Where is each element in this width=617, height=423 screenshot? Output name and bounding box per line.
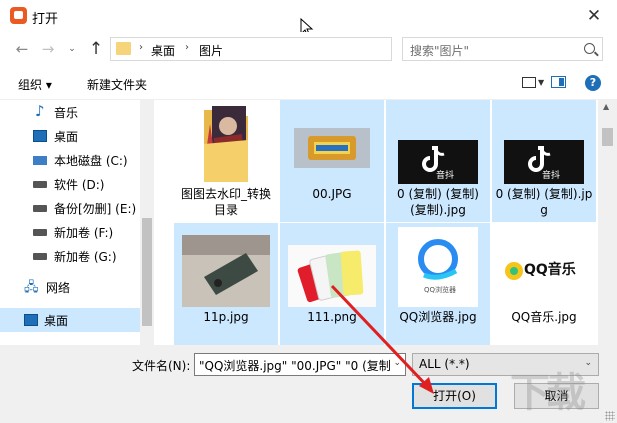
- window-title: 打开: [32, 12, 59, 27]
- title-bar: 打开 ✕: [0, 0, 617, 38]
- breadcrumb-desktop[interactable]: 桌面: [151, 42, 175, 59]
- command-toolbar: 组织 ▾ 新建文件夹 ▼ ?: [0, 66, 617, 100]
- sidebar-item-drive-g[interactable]: 新加卷 (G:): [0, 244, 140, 268]
- drive-icon: [33, 205, 47, 212]
- breadcrumb-separator-icon: ›: [185, 42, 189, 53]
- file-tile[interactable]: 音抖 0 (复制) (复制).jpg: [492, 100, 596, 222]
- sidebar-item-drive-c[interactable]: 本地磁盘 (C:): [0, 148, 140, 172]
- up-arrow-icon[interactable]: ↑: [86, 39, 106, 59]
- drive-icon: [33, 253, 47, 260]
- sidebar-item-desktop[interactable]: 桌面: [0, 124, 140, 148]
- folder-icon: [116, 42, 131, 55]
- breadcrumb-pictures[interactable]: 图片: [199, 42, 223, 59]
- sidebar-item-label: 桌面: [44, 314, 69, 328]
- view-mode-icon[interactable]: [522, 77, 536, 88]
- desktop-icon: [24, 314, 38, 326]
- breadcrumb-separator-icon: ›: [139, 42, 143, 53]
- filename-field[interactable]: "QQ浏览器.jpg" "00.JPG" "0 (复制 ⌄: [194, 353, 406, 376]
- open-button[interactable]: 打开(O): [412, 383, 497, 409]
- file-name: 11p.jpg: [203, 310, 249, 324]
- sidebar-item-label: 音乐: [54, 106, 79, 120]
- filename-value: "QQ浏览器.jpg" "00.JPG" "0 (复制: [199, 359, 391, 373]
- network-icon: 🖧: [24, 280, 39, 295]
- new-folder-button[interactable]: 新建文件夹: [87, 76, 147, 93]
- file-tile[interactable]: 音抖 0 (复制) (复制) (复制).jpg: [386, 100, 490, 222]
- thumbnail-caption: QQ浏览器: [424, 286, 457, 294]
- image-thumbnail: [182, 235, 270, 307]
- file-name: 0 (复制) (复制) (复制).jpg: [397, 187, 479, 217]
- desktop-icon: [33, 130, 47, 142]
- address-bar[interactable]: › 桌面 › 图片 ⌄ ↻: [110, 37, 493, 61]
- file-tile[interactable]: QQ音乐 QQ音乐.jpg: [492, 223, 596, 345]
- forward-arrow-icon[interactable]: →: [38, 39, 58, 59]
- sidebar-item-drive-d[interactable]: 软件 (D:): [0, 172, 140, 196]
- preview-pane-icon[interactable]: [551, 76, 566, 88]
- sidebar-item-label: 软件 (D:): [54, 178, 105, 192]
- navigation-bar: ← → ⌄ ↑ › 桌面 › 图片 ⌄ ↻ 搜索"图片": [0, 32, 617, 66]
- file-name: 00.JPG: [312, 187, 352, 201]
- scrollbar-thumb[interactable]: [142, 218, 152, 326]
- file-name: QQ音乐.jpg: [511, 310, 577, 324]
- sidebar-item-desktop-root[interactable]: 桌面: [0, 308, 140, 332]
- back-arrow-icon[interactable]: ←: [12, 39, 32, 59]
- view-chevron-down-icon[interactable]: ▼: [538, 78, 544, 87]
- app-icon: [10, 7, 27, 24]
- navigation-pane: ♪ 音乐 桌面 本地磁盘 (C:) 软件 (D:) 备份[勿删] (E:) 新加…: [0, 100, 154, 345]
- sidebar-item-drive-e[interactable]: 备份[勿删] (E:): [0, 196, 140, 220]
- drive-icon: [33, 181, 47, 188]
- help-icon[interactable]: ?: [585, 75, 601, 91]
- resize-grip-icon[interactable]: [605, 411, 615, 421]
- search-icon: [584, 43, 595, 54]
- file-type-chevron-down-icon: ⌄: [584, 358, 592, 368]
- thumbnail-caption: 音抖: [436, 171, 455, 181]
- image-thumbnail: [288, 245, 376, 307]
- search-input[interactable]: 搜索"图片": [402, 37, 603, 61]
- thumbnail-caption: QQ音乐: [524, 262, 576, 278]
- filename-chevron-down-icon[interactable]: ⌄: [393, 358, 401, 368]
- scroll-up-icon[interactable]: ▲: [603, 102, 609, 111]
- drive-icon: [33, 229, 47, 236]
- scrollbar-thumb[interactable]: [602, 128, 613, 146]
- sidebar-item-label: 桌面: [54, 130, 79, 144]
- sidebar-item-label: 备份[勿删] (E:): [54, 202, 137, 216]
- file-name: 111.png: [307, 310, 357, 324]
- thumbnail-caption: 音抖: [542, 171, 561, 181]
- sidebar-item-label: 新加卷 (F:): [54, 226, 114, 240]
- content-scrollbar[interactable]: ▲: [598, 100, 617, 345]
- organize-button[interactable]: 组织 ▾: [18, 76, 52, 93]
- image-thumbnail: [398, 227, 478, 307]
- image-thumbnail: [294, 128, 370, 168]
- music-icon: ♪: [35, 102, 45, 120]
- file-tile[interactable]: 00.JPG: [280, 100, 384, 222]
- system-drive-icon: [33, 156, 47, 165]
- sidebar-item-label: 新加卷 (G:): [54, 250, 117, 264]
- file-tile[interactable]: 11p.jpg: [174, 223, 278, 345]
- file-tile-folder[interactable]: 图图去水印_转换目录: [174, 100, 278, 222]
- sidebar-item-label: 网络: [46, 281, 71, 295]
- watermark-logo: 下载: [510, 370, 586, 416]
- filename-label: 文件名(N):: [132, 359, 191, 373]
- sidebar-item-label: 本地磁盘 (C:): [54, 154, 128, 168]
- file-tile[interactable]: 111.png: [280, 223, 384, 345]
- file-name: 图图去水印_转换目录: [180, 187, 271, 217]
- recent-locations-chevron-icon[interactable]: ⌄: [62, 39, 82, 59]
- sidebar-item-network[interactable]: 🖧 网络: [0, 275, 140, 299]
- file-name: QQ浏览器.jpg: [399, 310, 477, 324]
- sidebar-scrollbar[interactable]: [140, 100, 154, 345]
- file-tile[interactable]: QQ浏览器 QQ浏览器.jpg: [386, 223, 490, 345]
- folder-thumbnail: [204, 106, 248, 182]
- sidebar-item-drive-f[interactable]: 新加卷 (F:): [0, 220, 140, 244]
- file-type-value: ALL (*.*): [419, 357, 470, 371]
- file-name: 0 (复制) (复制).jpg: [495, 187, 593, 217]
- sidebar-item-music[interactable]: ♪ 音乐: [0, 100, 140, 124]
- file-list: 图图去水印_转换目录 00.JPG 音抖 0 (复制) (复制) (复制).jp…: [154, 100, 598, 345]
- search-placeholder: 搜索"图片": [410, 44, 470, 58]
- close-button[interactable]: ✕: [571, 0, 617, 32]
